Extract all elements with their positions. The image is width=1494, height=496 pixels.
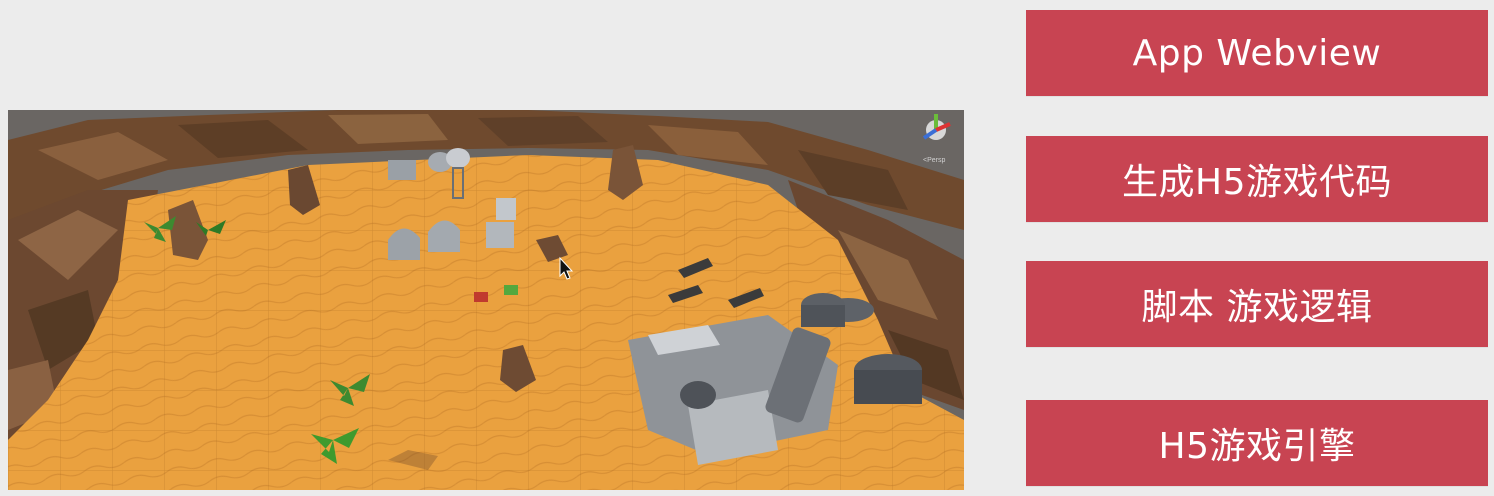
- stack-label: H5游戏引擎: [1158, 426, 1356, 467]
- stack-item-h5-game-engine: H5游戏引擎: [1026, 400, 1488, 486]
- stack-item-generate-h5-code: 生成H5游戏代码: [1026, 136, 1488, 222]
- scene-canvas: <Persp: [8, 110, 964, 490]
- stack-item-script-game-logic: 脚本 游戏逻辑: [1026, 261, 1488, 347]
- stack-label: 生成H5游戏代码: [1122, 162, 1392, 203]
- water-tower-tank: [446, 148, 470, 168]
- building-small: [388, 160, 416, 180]
- factory-dome: [680, 381, 716, 409]
- storage-tank-body: [854, 370, 922, 404]
- building-block: [496, 198, 516, 220]
- building-block: [486, 222, 514, 248]
- stack-label: App Webview: [1132, 32, 1382, 74]
- game-scene-viewport[interactable]: <Persp: [8, 110, 964, 490]
- scene-view-label: <Persp: [923, 157, 945, 164]
- stack-item-app-webview: App Webview: [1026, 10, 1488, 96]
- storage-tank-body: [801, 305, 845, 327]
- green-tank: [504, 285, 518, 295]
- red-tank: [474, 292, 488, 302]
- stack-label: 脚本 游戏逻辑: [1141, 287, 1373, 328]
